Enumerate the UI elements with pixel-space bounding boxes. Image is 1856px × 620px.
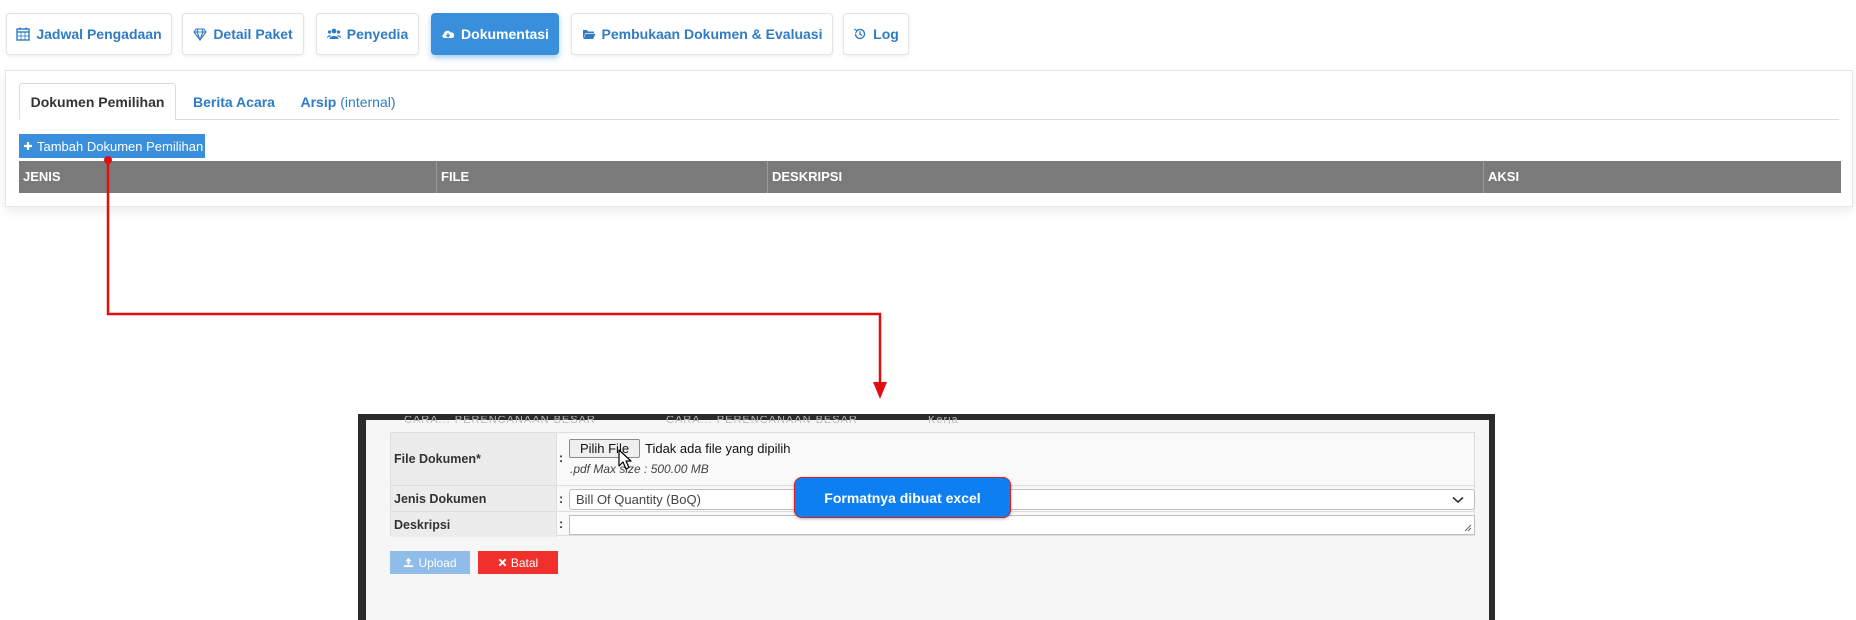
upload-dialog: CARA... PERENCANAAN BESAR CARA... PERENC… (366, 416, 1489, 620)
colon: : (559, 517, 564, 531)
users-icon (326, 28, 341, 39)
ghost-text: CARA... PERENCANAAN BESAR (404, 416, 596, 424)
deskripsi-label: Deskripsi (391, 512, 557, 537)
jenis-dokumen-select[interactable]: Bill Of Quantity (BoQ) (569, 489, 1475, 510)
cloud-download-icon (442, 30, 455, 38)
nav-log[interactable]: Log (843, 13, 909, 55)
plus-icon (24, 142, 32, 150)
tab-berita-acara[interactable]: Berita Acara (184, 83, 284, 120)
jenis-dokumen-label: Jenis Dokumen (391, 486, 557, 511)
column-header-file: FILE (437, 161, 768, 193)
deskripsi-textarea[interactable] (569, 515, 1475, 535)
nav-pembukaan-dokumen-evaluasi[interactable]: Pembukaan Dokumen & Evaluasi (571, 13, 833, 55)
upload-button[interactable]: Upload (390, 551, 470, 574)
nav-label: Dokumentasi (461, 26, 549, 42)
resize-handle-icon (1464, 524, 1472, 532)
close-icon (498, 558, 507, 567)
nav-label: Log (873, 26, 899, 42)
tab-suffix: (internal) (340, 93, 396, 110)
nav-penyedia[interactable]: Penyedia (316, 13, 419, 55)
cancel-button[interactable]: Batal (478, 551, 558, 574)
file-dokumen-label: File Dokumen* (391, 433, 557, 485)
nav-dokumentasi[interactable]: Dokumentasi (431, 13, 559, 55)
colon: : (559, 451, 564, 465)
column-header-jenis: JENIS (19, 161, 437, 193)
nav-label: Penyedia (346, 26, 409, 42)
file-status-text: Tidak ada file yang dipilih (645, 441, 791, 456)
batal-label: Batal (510, 555, 539, 570)
tab-arsip[interactable]: Arsip (internal) (292, 83, 404, 120)
add-button-label: Tambah Dokumen Pemilihan (37, 138, 204, 154)
mouse-pointer-icon (618, 449, 632, 470)
nav-label: Detail Paket (213, 26, 293, 42)
upload-icon (404, 557, 414, 568)
dokumentasi-panel: Dokumen Pemilihan Berita Acara Arsip (in… (5, 70, 1853, 207)
calendar-icon (16, 27, 31, 41)
column-header-aksi: AKSI (1488, 169, 1520, 184)
tab-dokumen-pemilihan[interactable]: Dokumen Pemilihan (19, 83, 176, 120)
history-icon (854, 28, 866, 40)
file-size-hint: .pdf Max size : 500.00 MB (570, 462, 709, 476)
annotation-callout: Formatnya dibuat excel (794, 477, 1011, 518)
ghost-text: CARA... PERENCANAAN BESAR (666, 416, 858, 424)
tab-label: Dokumen Pemilihan (30, 93, 165, 110)
nav-jadwal-pengadaan[interactable]: Jadwal Pengadaan (6, 13, 172, 55)
chevron-down-icon (1452, 496, 1464, 504)
colon: : (559, 492, 564, 506)
folder-open-icon (582, 30, 596, 39)
nav-detail-paket[interactable]: Detail Paket (182, 13, 304, 55)
add-dokumen-pemilihan-button[interactable]: Tambah Dokumen Pemilihan (19, 134, 205, 158)
nav-label: Jadwal Pengadaan (36, 26, 162, 42)
jenis-dokumen-value: Bill Of Quantity (BoQ) (576, 492, 701, 507)
documents-table-header: JENIS FILE DESKRIPSI AKSI (19, 161, 1841, 193)
tab-label: Arsip (300, 93, 337, 110)
nav-label: Pembukaan Dokumen & Evaluasi (601, 26, 823, 42)
diamond-icon (193, 28, 207, 41)
column-header-deskripsi: DESKRIPSI (768, 161, 1484, 193)
ghost-text: Kerja (928, 416, 959, 424)
upload-label: Upload (418, 555, 457, 570)
tab-label: Berita Acara (193, 93, 275, 110)
